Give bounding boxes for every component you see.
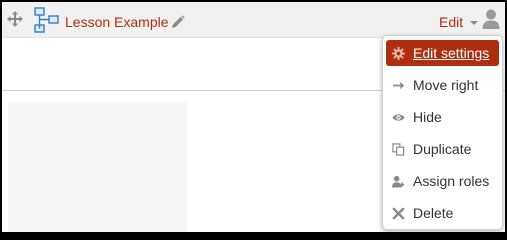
assign-roles-icon: [392, 175, 405, 188]
course-page: Lesson Example Edit Edit settings Move r…: [2, 2, 505, 232]
move-arrows-icon[interactable]: [7, 11, 23, 27]
menu-item-move-right[interactable]: Move right: [386, 72, 499, 98]
menu-item-duplicate[interactable]: Duplicate: [386, 136, 499, 162]
lesson-icon: [34, 7, 59, 33]
menu-item-label: Edit settings: [413, 45, 490, 61]
menu-item-delete[interactable]: Delete: [386, 200, 499, 226]
delete-x-icon: [392, 207, 405, 220]
edit-dropdown-menu: Edit settings Move right Hide Duplicate …: [382, 35, 503, 230]
activity-header: Lesson Example Edit: [2, 2, 505, 38]
activity-title-link[interactable]: Lesson Example: [65, 14, 169, 30]
menu-item-label: Duplicate: [413, 141, 472, 157]
user-icon[interactable]: [482, 9, 500, 29]
eye-icon: [392, 114, 405, 121]
edit-menu-toggle[interactable]: Edit: [439, 14, 463, 30]
menu-item-assign-roles[interactable]: Assign roles: [386, 168, 499, 194]
menu-item-label: Delete: [413, 205, 454, 221]
menu-item-edit-settings[interactable]: Edit settings: [386, 40, 499, 66]
menu-item-hide[interactable]: Hide: [386, 104, 499, 130]
pencil-icon[interactable]: [171, 15, 185, 29]
arrow-right-icon: [392, 81, 405, 90]
menu-item-label: Move right: [413, 77, 479, 93]
menu-item-label: Assign roles: [413, 173, 490, 189]
menu-item-label: Hide: [413, 109, 442, 125]
gear-icon: [392, 47, 405, 60]
caret-down-icon[interactable]: [470, 21, 478, 25]
content-area: [8, 102, 187, 232]
duplicate-icon: [392, 143, 405, 156]
